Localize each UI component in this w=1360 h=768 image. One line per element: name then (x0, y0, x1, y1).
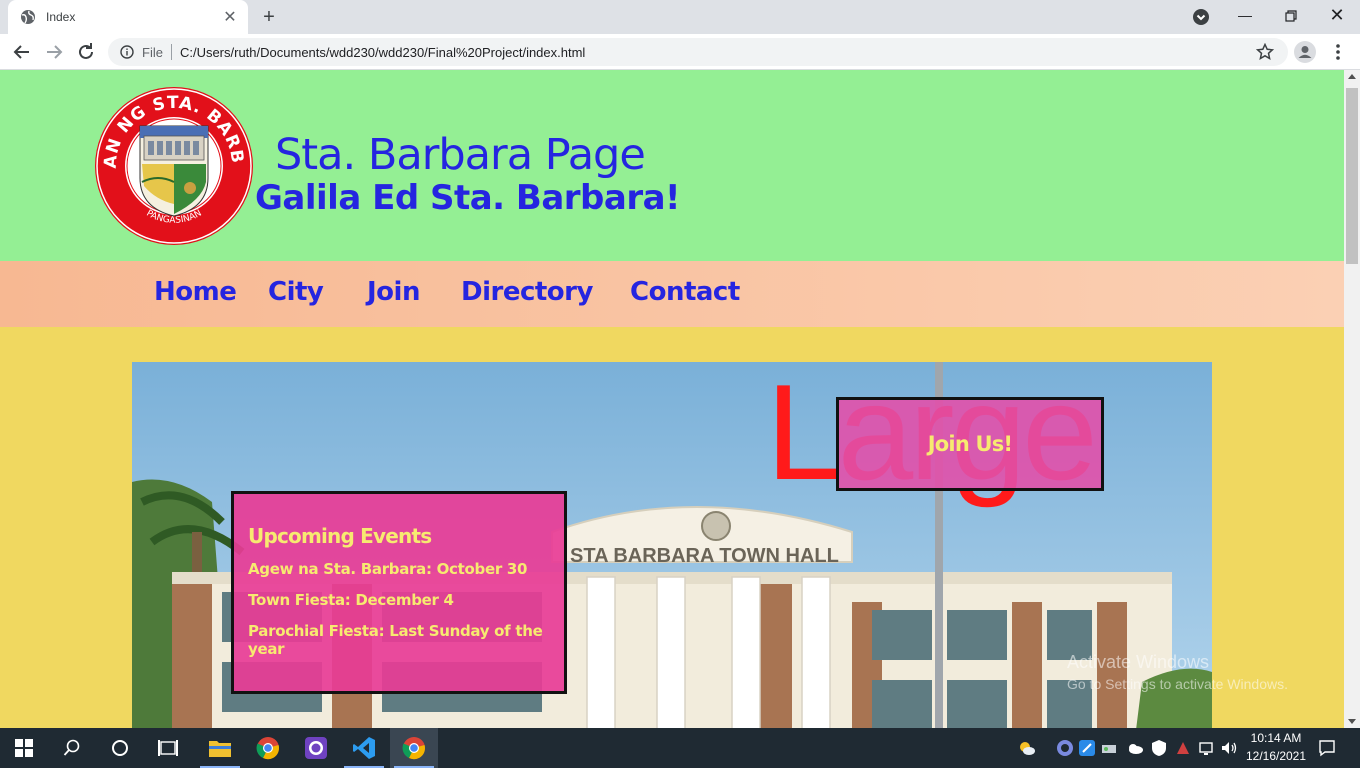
vscode-taskbar-button[interactable] (340, 728, 388, 768)
network-icon[interactable] (1198, 739, 1216, 757)
nav-link-directory[interactable]: Directory (461, 277, 593, 307)
address-separator (170, 44, 172, 60)
chrome-icon (402, 737, 425, 760)
event-item: Town Fiesta: December 4 (248, 591, 454, 609)
nav-link-join[interactable]: Join (367, 277, 420, 307)
activate-windows-title: Activate Windows (1067, 652, 1210, 672)
join-us-button[interactable]: Join Us! (836, 397, 1104, 491)
scrollbar-thumb[interactable] (1346, 88, 1358, 264)
site-header: BAYAN NG STA. BARBARA PANGASINAN Sta. Ba… (0, 70, 1344, 261)
chrome-profile-taskbar-button[interactable] (244, 728, 292, 768)
tray-app-icon[interactable] (1174, 739, 1192, 757)
nav-link-city[interactable]: City (268, 277, 324, 307)
window-close-button[interactable]: ✕ (1314, 0, 1360, 32)
file-explorer-taskbar-button[interactable] (196, 728, 244, 768)
chrome-taskbar-button[interactable] (390, 728, 438, 768)
site-title: Sta. Barbara Page (275, 130, 646, 180)
search-icon (63, 739, 80, 756)
folder-icon (209, 741, 231, 757)
windows-logo-icon (15, 739, 33, 757)
events-heading: Upcoming Events (248, 524, 432, 548)
site-subtitle: Galila Ed Sta. Barbara! (255, 178, 681, 218)
activate-windows-subtitle: Go to Settings to activate Windows. (1067, 676, 1288, 692)
cortana-button[interactable] (96, 728, 144, 768)
building-sign-text: STA BARBARA TOWN HALL (570, 545, 839, 567)
browser-toolbar: File C:/Users/ruth/Documents/wdd230/wdd2… (0, 34, 1360, 70)
security-shield-icon[interactable] (1150, 739, 1168, 757)
window-minimize-button[interactable]: — (1222, 0, 1268, 32)
search-button[interactable] (48, 728, 96, 768)
town-seal-logo: BAYAN NG STA. BARBARA PANGASINAN (94, 86, 253, 245)
info-icon[interactable] (120, 45, 134, 59)
main-nav: Home City Join Directory Contact (0, 261, 1344, 327)
browser-tabstrip: Index ✕ + — ✕ (0, 0, 1360, 34)
notification-icon[interactable] (1318, 739, 1336, 757)
task-view-button[interactable] (144, 728, 192, 768)
event-item: Parochial Fiesta: Last Sunday of the yea… (248, 622, 543, 658)
start-button[interactable] (0, 728, 48, 768)
tab-search-icon[interactable] (1192, 8, 1210, 26)
chrome-icon (256, 737, 279, 760)
new-tab-button[interactable]: + (258, 6, 280, 28)
scroll-down-arrow-icon[interactable] (1348, 719, 1356, 724)
page-scrollbar[interactable] (1344, 70, 1360, 728)
profile-avatar-icon[interactable] (1294, 41, 1316, 63)
windows-taskbar: 10:14 AM 12/16/2021 (0, 728, 1360, 768)
app-tray-icon[interactable] (1078, 739, 1096, 757)
vscode-icon (353, 737, 375, 759)
network-device-tray-icon[interactable] (1100, 739, 1118, 757)
scroll-up-arrow-icon[interactable] (1348, 74, 1356, 79)
clock-date[interactable]: 12/16/2021 (1244, 749, 1308, 763)
nav-link-contact[interactable]: Contact (630, 277, 740, 307)
join-us-label: Join Us! (927, 432, 1013, 456)
nav-link-home[interactable]: Home (154, 277, 237, 307)
page-viewport: BAYAN NG STA. BARBARA PANGASINAN Sta. Ba… (0, 70, 1344, 728)
bookmark-star-icon[interactable] (1256, 43, 1274, 61)
globe-icon (21, 10, 35, 24)
upcoming-events-panel: Upcoming Events Agew na Sta. Barbara: Oc… (231, 491, 567, 694)
task-view-icon (158, 740, 178, 756)
event-item: Agew na Sta. Barbara: October 30 (248, 560, 528, 578)
weather-icon[interactable] (1018, 739, 1036, 757)
cortana-circle-icon (112, 740, 128, 756)
clock-time[interactable]: 10:14 AM (1244, 731, 1308, 745)
volume-icon[interactable] (1220, 739, 1238, 757)
restore-icon (1285, 10, 1297, 22)
onedrive-cloud-icon[interactable] (1126, 739, 1144, 757)
github-desktop-taskbar-button[interactable] (292, 728, 340, 768)
browser-tab[interactable]: Index ✕ (8, 0, 248, 34)
back-arrow-icon[interactable] (10, 40, 34, 64)
tab-close-icon[interactable]: ✕ (222, 7, 238, 27)
window-restore-button[interactable] (1268, 0, 1314, 32)
url-text[interactable]: C:/Users/ruth/Documents/wdd230/wdd230/Fi… (180, 45, 585, 60)
scheme-label: File (142, 44, 163, 60)
github-icon (305, 737, 327, 759)
tab-title: Index (46, 10, 76, 24)
reload-icon[interactable] (74, 40, 98, 64)
address-bar[interactable]: File C:/Users/ruth/Documents/wdd230/wdd2… (108, 38, 1288, 66)
forward-arrow-icon[interactable] (42, 40, 66, 64)
browser-tray-icon[interactable] (1056, 739, 1074, 757)
more-menu-icon[interactable] (1328, 42, 1348, 62)
